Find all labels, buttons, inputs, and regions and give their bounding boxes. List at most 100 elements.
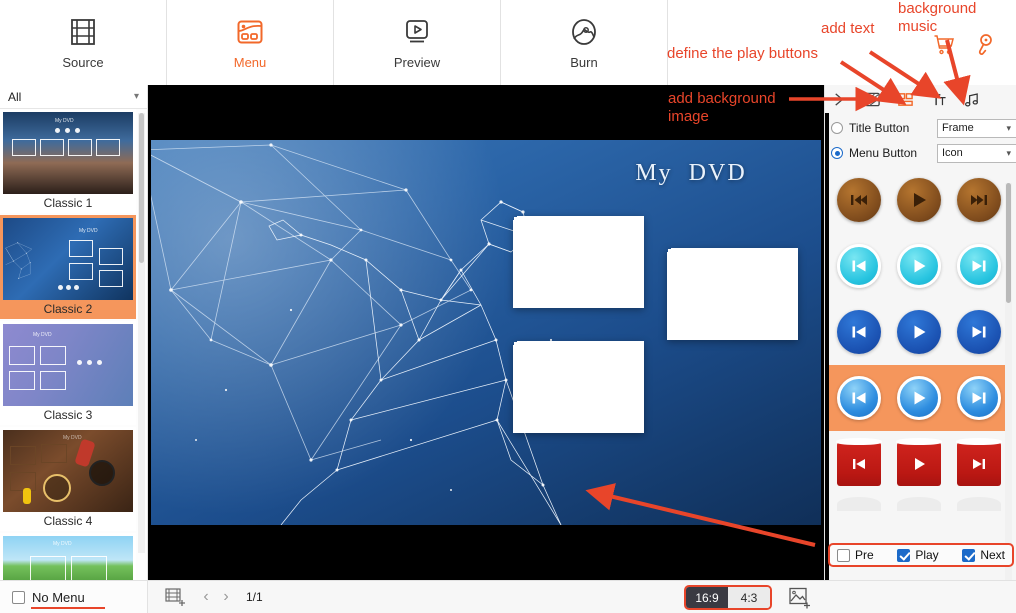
template-list[interactable]: My DVD Classic 1 My DVD Classic 2 My DVD… (0, 109, 148, 580)
toolbar-tab-burn-label: Burn (570, 55, 598, 70)
add-film-icon[interactable] (164, 586, 186, 608)
stamp-thumbnail-stage[interactable] (668, 249, 797, 339)
pre-label: Pre (855, 548, 874, 562)
background-image-icon[interactable] (862, 89, 882, 109)
prev-icon (853, 459, 865, 469)
button-style-row-lightblue-selected[interactable] (829, 365, 1009, 431)
pre-toggle[interactable]: Pre (837, 548, 874, 562)
button-style-row-cyan[interactable] (829, 233, 1009, 299)
play-icon (914, 325, 926, 339)
key-icon[interactable] (973, 33, 997, 59)
stamp-thumbnail-color[interactable] (514, 342, 643, 432)
play-button-toggles: Pre Play Next (828, 543, 1014, 567)
no-menu-row[interactable]: No Menu (0, 580, 148, 613)
button-style-row-red[interactable] (829, 431, 1009, 497)
button-play-lightblue[interactable] (897, 376, 941, 420)
button-partial-1[interactable] (837, 497, 881, 511)
stage-letterbox-top (148, 85, 824, 140)
button-play-wood[interactable] (897, 178, 941, 222)
template-item-classic-1[interactable]: My DVD Classic 1 (0, 109, 136, 213)
add-image-icon[interactable] (788, 586, 812, 610)
template-item-label: Classic 3 (43, 408, 93, 422)
toolbar-tab-preview[interactable]: Preview (334, 0, 501, 85)
button-next-cyan[interactable] (957, 244, 1001, 288)
next-icon (972, 392, 986, 404)
next-icon (972, 326, 986, 338)
menu-button-radio[interactable] (831, 147, 843, 159)
chevron-left-icon: ‹ (203, 588, 209, 605)
thumbnail-image (678, 259, 787, 329)
panel-tool-row (825, 85, 1016, 113)
mini-title: My DVD (33, 332, 52, 338)
toolbar-tab-menu-label: Menu (233, 55, 267, 70)
cart-icon[interactable] (932, 33, 956, 57)
toolbar-tab-menu[interactable]: Menu (167, 0, 334, 85)
no-menu-checkbox[interactable] (12, 590, 25, 604)
button-prev-blue[interactable] (837, 310, 881, 354)
title-button-style-select[interactable]: Frame ▾ (937, 118, 1016, 138)
template-filter-dropdown[interactable]: All ▾ (0, 85, 147, 109)
button-next-lightblue[interactable] (957, 376, 1001, 420)
template-item-label: Classic 4 (43, 514, 93, 528)
preview-play-icon (406, 20, 428, 43)
background-music-icon[interactable] (961, 89, 981, 109)
button-next-blue[interactable] (957, 310, 1001, 354)
film-strip-icon (71, 19, 95, 45)
play-checkbox[interactable] (897, 548, 911, 562)
frame-layout-icon[interactable] (895, 89, 915, 109)
play-icon (914, 259, 926, 273)
button-next-wood[interactable] (957, 178, 1001, 222)
button-next-red[interactable] (956, 438, 1002, 486)
mini-title: My DVD (55, 118, 74, 124)
button-partial-2[interactable] (897, 497, 941, 511)
aspect-ratio-4-3[interactable]: 4:3 (728, 587, 770, 608)
button-play-red[interactable] (896, 438, 942, 486)
menu-layout-icon (237, 20, 263, 44)
next-icon (971, 195, 987, 205)
stamp-thumbnail-room[interactable] (514, 217, 643, 307)
top-toolbar: Source Menu Preview Burn (0, 0, 1016, 85)
chevron-down-icon: ▾ (1006, 147, 1011, 158)
expand-arrow-icon[interactable] (829, 89, 849, 109)
title-button-style-value: Frame (942, 122, 974, 134)
add-text-icon[interactable] (928, 89, 948, 109)
button-prev-wood[interactable] (837, 178, 881, 222)
button-partial-3[interactable] (957, 497, 1001, 511)
aspect-ratio-switch[interactable]: 16:9 4:3 (684, 585, 772, 610)
next-toggle[interactable]: Next (962, 548, 1005, 562)
menu-button-row[interactable]: Menu Button Icon ▾ (831, 142, 1016, 164)
button-style-row-wood[interactable] (829, 167, 1009, 233)
button-play-blue[interactable] (897, 310, 941, 354)
prev-page-button[interactable]: ‹ (196, 586, 216, 608)
sidebar-scrollbar[interactable] (138, 113, 145, 553)
template-sidebar: All ▾ My DVD Classic 1 My DVD Classic 2 … (0, 85, 148, 580)
template-item-classic-3[interactable]: My DVD Classic 3 (0, 321, 136, 425)
template-item-classic-2[interactable]: My DVD Classic 2 (0, 215, 136, 319)
button-play-cyan[interactable] (897, 244, 941, 288)
button-prev-cyan[interactable] (837, 244, 881, 288)
dvd-menu-canvas[interactable]: My DVD (151, 140, 821, 525)
button-prev-red[interactable] (836, 438, 882, 486)
title-button-radio[interactable] (831, 122, 843, 134)
button-style-row-partial[interactable] (829, 497, 1009, 517)
play-toggle[interactable]: Play (897, 548, 939, 562)
aspect-ratio-16-9[interactable]: 16:9 (686, 587, 728, 608)
next-page-button[interactable]: › (216, 586, 236, 608)
template-thumbnail: My DVD (3, 324, 133, 406)
page-indicator: 1/1 (246, 590, 263, 604)
template-item-classic-5[interactable]: My DVD (0, 533, 136, 580)
title-button-row[interactable]: Title Button Frame ▾ (831, 117, 1016, 139)
toolbar-tab-burn[interactable]: Burn (501, 0, 668, 85)
button-style-row-blue[interactable] (829, 299, 1009, 365)
toolbar-tab-source[interactable]: Source (0, 0, 167, 85)
menu-button-style-select[interactable]: Icon ▾ (937, 143, 1016, 163)
mini-title: My DVD (63, 435, 82, 441)
button-prev-lightblue[interactable] (837, 376, 881, 420)
pre-checkbox[interactable] (837, 548, 850, 562)
dvd-menu-title[interactable]: My DVD (571, 160, 811, 187)
title-button-label: Title Button (849, 121, 910, 135)
template-thumbnail: My DVD (3, 218, 133, 300)
next-checkbox[interactable] (962, 548, 976, 562)
burn-disc-icon (572, 19, 596, 45)
template-item-classic-4[interactable]: My DVD Classic 4 (0, 427, 136, 531)
